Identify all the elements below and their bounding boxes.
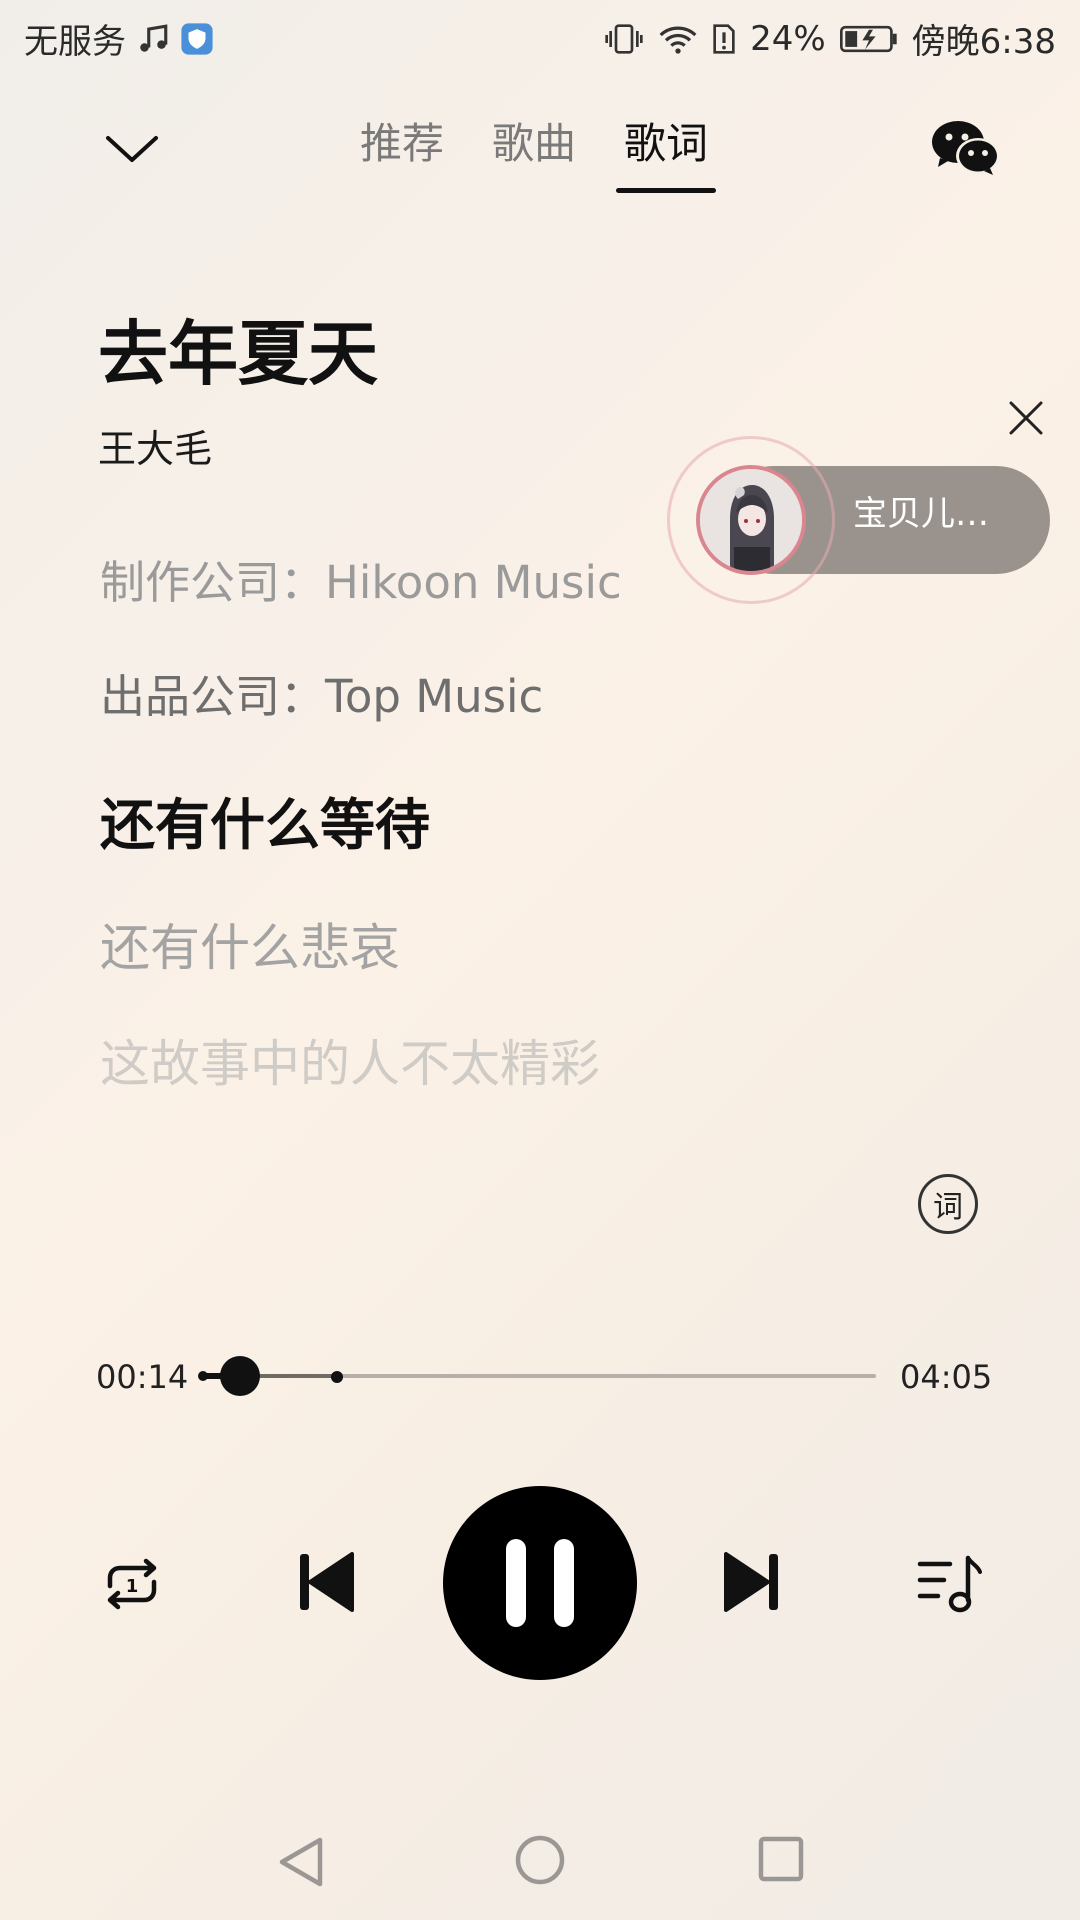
nav-home-button[interactable]	[514, 1834, 566, 1886]
shield-icon	[180, 22, 214, 56]
progress-start-dot	[198, 1371, 208, 1381]
vibrate-icon	[604, 22, 644, 56]
playlist-button[interactable]	[916, 1552, 982, 1616]
system-nav-bar	[0, 1820, 1080, 1900]
carrier-label: 无服务	[24, 22, 126, 62]
floating-close-button[interactable]	[1006, 398, 1046, 438]
time-total: 04:05	[900, 1358, 993, 1396]
repeat-one-icon: 1	[107, 1558, 157, 1610]
pause-icon	[506, 1539, 574, 1627]
status-left: 无服务	[24, 14, 214, 63]
artist-name[interactable]: 王大毛	[98, 418, 212, 473]
next-track-button[interactable]	[720, 1546, 784, 1618]
clock: 傍晚6:38	[911, 22, 1056, 62]
chevron-down-icon	[106, 136, 158, 162]
nav-recents-button[interactable]	[758, 1836, 804, 1882]
lyric-line[interactable]: 还有什么悲哀	[100, 908, 400, 980]
top-nav: 推荐 歌曲 歌词	[0, 100, 1080, 200]
tab-recommend[interactable]: 推荐	[360, 110, 444, 193]
tab-song[interactable]: 歌曲	[492, 110, 576, 193]
status-bar: 无服务 24% 傍晚6:38	[0, 0, 1080, 76]
previous-track-button[interactable]	[294, 1546, 358, 1618]
mini-player-title: 宝贝儿…	[853, 494, 989, 534]
recents-square-icon	[758, 1836, 804, 1882]
back-triangle-icon	[279, 1837, 323, 1887]
music-note-icon	[136, 22, 170, 56]
buffer-marker	[330, 1371, 343, 1383]
lyric-line-current[interactable]: 还有什么等待	[100, 780, 430, 860]
tab-bar: 推荐 歌曲 歌词	[360, 110, 717, 193]
lyric-toggle-button[interactable]: 词	[918, 1174, 978, 1234]
progress-thumb[interactable]	[220, 1356, 261, 1396]
collapse-button[interactable]	[100, 126, 164, 170]
sim-alert-icon	[712, 22, 736, 56]
skip-next-icon	[724, 1552, 778, 1612]
song-title: 去年夏天	[98, 313, 378, 395]
repeat-one-button[interactable]: 1	[96, 1556, 168, 1612]
lyric-line[interactable]: 这故事中的人不太精彩	[100, 1024, 600, 1096]
skip-previous-icon	[300, 1552, 354, 1612]
tab-lyrics[interactable]: 歌词	[616, 110, 717, 193]
home-circle-icon	[515, 1835, 565, 1885]
wechat-share-button[interactable]	[930, 118, 1002, 178]
mini-player-cover[interactable]	[696, 465, 806, 575]
credit-publisher: 出品公司：Top Music	[100, 670, 544, 723]
repeat-mode-badge: 1	[126, 1576, 139, 1597]
status-right: 24% 傍晚6:38	[604, 14, 1056, 63]
time-elapsed: 00:14	[96, 1358, 189, 1396]
battery-charging-icon	[839, 24, 898, 54]
nav-back-button[interactable]	[276, 1834, 328, 1890]
playlist-icon	[917, 1555, 982, 1613]
pause-button[interactable]	[443, 1486, 637, 1680]
wechat-icon	[932, 121, 1000, 175]
close-icon	[1009, 401, 1043, 435]
credit-producer: 制作公司：Hikoon Music	[100, 556, 622, 609]
wifi-icon	[658, 22, 698, 56]
cover-art-icon	[700, 469, 802, 571]
battery-percent: 24%	[750, 18, 826, 59]
